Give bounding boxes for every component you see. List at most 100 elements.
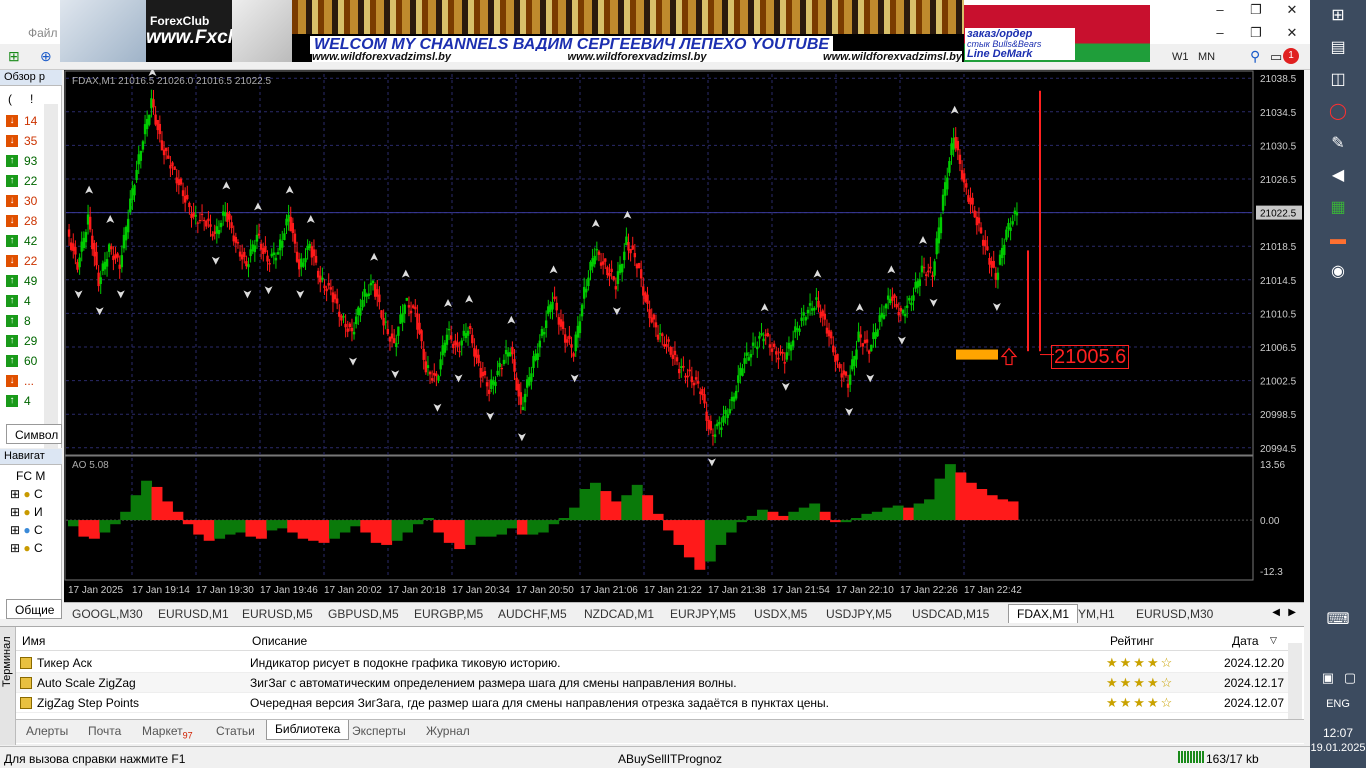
chart-tab[interactable]: YM,H1 xyxy=(1078,607,1115,621)
expand-icon[interactable]: ⊞ xyxy=(10,523,20,537)
network-icon[interactable]: ▣ xyxy=(1316,666,1340,690)
col-date[interactable]: Дата xyxy=(1232,634,1259,648)
sort-desc-icon[interactable]: ▽ xyxy=(1270,635,1277,646)
market-watch-row[interactable]: ↑ 4 xyxy=(2,292,42,310)
market-watch-row[interactable]: ↓ 30 xyxy=(2,192,42,210)
record-icon[interactable]: ◉ xyxy=(1326,260,1350,284)
navigator-item[interactable]: ⊞ ● С xyxy=(10,523,43,541)
new-chart-icon[interactable]: ⊞ xyxy=(8,48,20,65)
navigator-item[interactable]: ⊞ ● С xyxy=(10,541,43,559)
expand-icon[interactable]: ⊞ xyxy=(10,505,20,519)
keyboard-icon[interactable]: ⌨ xyxy=(1326,608,1350,632)
chart-tab[interactable]: USDCAD,M15 xyxy=(912,607,989,621)
market-watch-row[interactable]: ↓ 14 xyxy=(2,112,42,130)
speaker-icon[interactable]: ◀ xyxy=(1326,164,1350,188)
market-watch-row[interactable]: ↓ 35 xyxy=(2,132,42,150)
market-watch-row[interactable]: ↑ 60 xyxy=(2,352,42,370)
candle-body xyxy=(1005,229,1008,240)
library-row[interactable]: Тикер Аск Индикатор рисует в подокне граф… xyxy=(16,653,1288,673)
chart-tab[interactable]: EURUSD,M30 xyxy=(1136,607,1213,621)
chart-tab[interactable]: GOOGL,M30 xyxy=(72,607,143,621)
mdi-restore-button[interactable]: ❐ xyxy=(1238,23,1274,43)
language-indicator[interactable]: ENG xyxy=(1310,698,1366,710)
price-chart[interactable]: 21038.5 21034.5 21030.5 21026.5 21022.5 21018… xyxy=(64,70,1304,602)
market-watch-row[interactable]: ↑ 29 xyxy=(2,332,42,350)
market-watch-col-symbol[interactable]: ( xyxy=(8,92,12,106)
expand-icon[interactable]: ⊞ xyxy=(10,541,20,555)
menu-file[interactable]: Файл xyxy=(28,26,58,40)
calculator-icon[interactable]: ▦ xyxy=(1326,196,1350,220)
restore-button[interactable]: ❐ xyxy=(1238,0,1274,20)
new-order-icon[interactable]: ⊕ xyxy=(40,48,52,65)
clock-time[interactable]: 12:07 xyxy=(1310,726,1366,740)
mt4-icon[interactable]: ▬ xyxy=(1326,228,1350,252)
candle-body xyxy=(390,333,394,339)
chart-tab[interactable]: NZDCAD,M1 xyxy=(584,607,654,621)
col-description[interactable]: Описание xyxy=(252,634,307,648)
terminal-tab[interactable]: Алерты xyxy=(26,724,68,738)
search-icon[interactable]: ⚲ xyxy=(1250,48,1260,65)
market-watch-row[interactable]: ↑ 42 xyxy=(2,232,42,250)
chart-tab[interactable]: AUDCHF,M5 xyxy=(498,607,567,621)
opera-icon[interactable]: ◯ xyxy=(1326,100,1350,124)
navigator-item[interactable]: ⊞ ● С xyxy=(10,487,43,505)
chart-tab[interactable]: EURUSD,M1 xyxy=(158,607,229,621)
notification-badge[interactable]: 1 xyxy=(1283,48,1299,64)
chart-window[interactable]: 21038.5 21034.5 21030.5 21026.5 21022.5 21018… xyxy=(64,70,1304,602)
col-rating[interactable]: Рейтинг xyxy=(1110,634,1154,648)
tab-symbols[interactable]: Символ xyxy=(6,424,62,444)
terminal-tab[interactable]: Библиотека xyxy=(266,720,350,740)
terminal-tab[interactable]: Статьи xyxy=(216,724,255,738)
market-watch-row[interactable]: ↑ 49 xyxy=(2,272,42,290)
timeframe-mn-button[interactable]: MN xyxy=(1198,51,1215,63)
chart-tab[interactable]: EURUSD,M5 xyxy=(242,607,313,621)
clock-date[interactable]: 19.01.2025 xyxy=(1310,742,1366,754)
navigator-root[interactable]: FC M xyxy=(16,469,45,487)
status-profile[interactable]: ABuySellITPrognoz xyxy=(618,752,722,766)
col-name[interactable]: Имя xyxy=(22,634,45,648)
mdi-minimize-button[interactable]: – xyxy=(1202,23,1238,43)
tab-common[interactable]: Общие xyxy=(6,599,62,619)
chart-tab[interactable]: USDJPY,M5 xyxy=(826,607,892,621)
candle-body xyxy=(384,321,387,323)
market-watch-row[interactable]: ↑ 4 xyxy=(2,392,42,410)
chat-icon[interactable]: ▭ xyxy=(1270,49,1282,65)
market-watch-col-spread[interactable]: ! xyxy=(30,92,33,106)
close-button[interactable]: ✕ xyxy=(1274,0,1310,20)
scroll-left-icon[interactable]: ◀ xyxy=(1272,607,1280,618)
terminal-tab[interactable]: Маркет97 xyxy=(142,724,193,740)
candle-body xyxy=(874,332,877,339)
paint-icon[interactable]: ✎ xyxy=(1326,132,1350,156)
mdi-close-button[interactable]: ✕ xyxy=(1274,23,1310,43)
minimize-button[interactable]: – xyxy=(1202,0,1238,20)
chart-tab[interactable]: USDX,M5 xyxy=(754,607,807,621)
navigator-item[interactable]: ⊞ ● И xyxy=(10,505,43,523)
chart-tab[interactable]: GBPUSD,M5 xyxy=(328,607,399,621)
chart-tab[interactable]: EURGBP,M5 xyxy=(414,607,483,621)
chart-tab[interactable]: FDAX,M1 xyxy=(1008,604,1079,623)
market-watch-row[interactable]: ↓ 28 xyxy=(2,212,42,230)
market-watch-row[interactable]: ↑ 22 xyxy=(2,172,42,190)
scroll-right-icon[interactable]: ▶ xyxy=(1288,607,1296,618)
chart-tab[interactable]: EURJPY,M5 xyxy=(670,607,736,621)
file-explorer-icon[interactable]: ▤ xyxy=(1326,36,1350,60)
terminal-tab[interactable]: Эксперты xyxy=(352,724,406,738)
library-row[interactable]: Auto Scale ZigZag ЗигЗаг с автоматическим… xyxy=(16,673,1288,693)
terminal-tab[interactable]: Журнал xyxy=(426,724,470,738)
timeframe-w1-button[interactable]: W1 xyxy=(1172,51,1189,63)
windows-start-icon[interactable]: ⊞ xyxy=(1326,4,1350,28)
market-watch-row[interactable]: ↑ 93 xyxy=(2,152,42,170)
app-icon[interactable]: ◫ xyxy=(1326,68,1350,92)
candle-body xyxy=(492,380,495,385)
terminal-tab[interactable]: Почта xyxy=(88,724,121,738)
market-watch-row[interactable]: ↓... xyxy=(2,372,42,390)
terminal-scrollbar[interactable] xyxy=(1288,643,1302,719)
tray-icon[interactable]: ▢ xyxy=(1338,666,1362,690)
candle-body xyxy=(739,367,742,376)
zigzag-peak-arrow xyxy=(465,294,474,303)
market-watch-scrollbar[interactable] xyxy=(44,104,58,458)
market-watch-row[interactable]: ↑ 8 xyxy=(2,312,42,330)
market-watch-row[interactable]: ↓ 22 xyxy=(2,252,42,270)
expand-icon[interactable]: ⊞ xyxy=(10,487,20,501)
library-row[interactable]: ZigZag Step Points Очередная версия ЗигЗа… xyxy=(16,693,1288,713)
